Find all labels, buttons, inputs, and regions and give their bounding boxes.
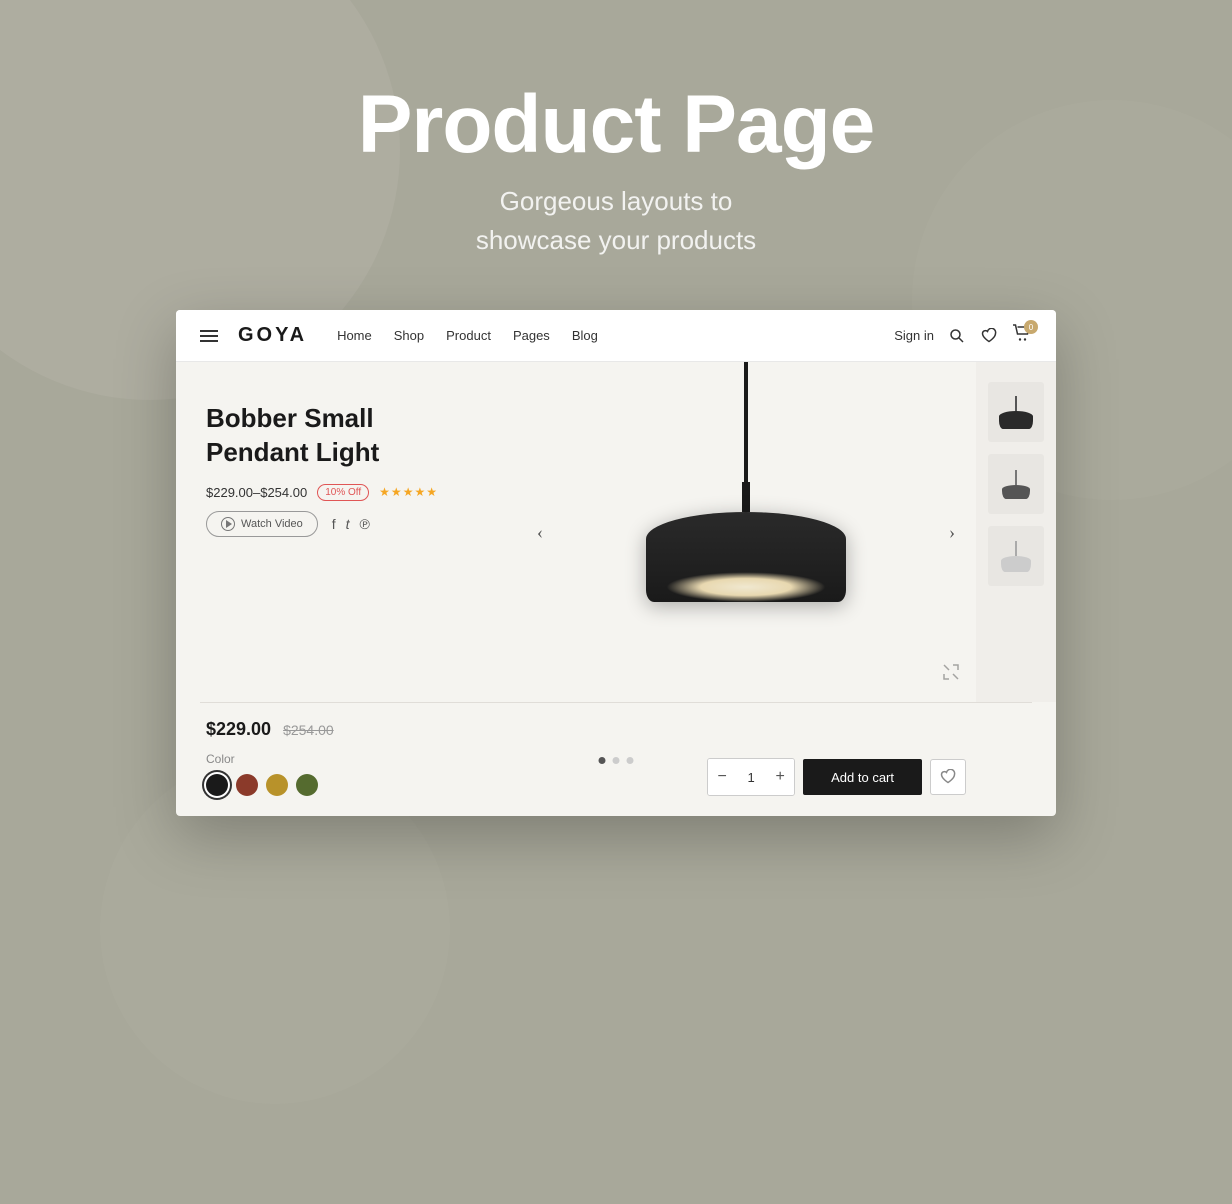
nav-pages[interactable]: Pages	[513, 328, 550, 343]
twitter-icon[interactable]: t	[346, 516, 350, 532]
thumbnails-column	[976, 362, 1056, 702]
thumbnail-3[interactable]	[988, 526, 1044, 586]
thumbnail-2[interactable]	[988, 454, 1044, 514]
add-to-cart-button[interactable]: Add to cart	[803, 759, 922, 795]
play-icon	[221, 517, 235, 531]
price-bottom: $229.00 $254.00	[206, 719, 334, 740]
facebook-icon[interactable]: f	[332, 516, 336, 532]
hero-title: Product Page	[358, 80, 875, 170]
carousel-left-arrow[interactable]: ‹	[526, 518, 554, 546]
color-swatch-black[interactable]	[206, 774, 228, 796]
watch-video-row: Watch Video f t ℗	[206, 511, 486, 537]
star-rating: ★★★★★	[379, 485, 438, 500]
lamp-shade	[646, 512, 846, 602]
cart-icon-wrap[interactable]: 0	[1012, 324, 1032, 347]
pricing-row: $229.00–$254.00 10% Off ★★★★★	[206, 484, 486, 501]
dot-1[interactable]	[599, 757, 606, 764]
product-image	[616, 362, 876, 702]
color-label: Color	[206, 752, 334, 766]
nav-links: Home Shop Product Pages Blog	[337, 328, 874, 343]
color-swatch-olive[interactable]	[296, 774, 318, 796]
social-icons: f t ℗	[332, 516, 370, 532]
current-price: $229.00	[206, 719, 271, 740]
cart-badge: 0	[1024, 320, 1038, 334]
navbar: GOYA Home Shop Product Pages Blog Sign i…	[176, 310, 1056, 362]
color-swatches	[206, 774, 334, 796]
logo: GOYA	[238, 324, 307, 347]
product-title: Bobber Small Pendant Light	[206, 402, 486, 470]
signin-link[interactable]: Sign in	[894, 328, 934, 343]
color-swatch-gold[interactable]	[266, 774, 288, 796]
carousel-dots-area	[599, 751, 634, 780]
discount-badge: 10% Off	[317, 484, 369, 501]
nav-actions: Sign in 0	[894, 324, 1032, 347]
nav-product[interactable]: Product	[446, 328, 491, 343]
thumbnail-1[interactable]	[988, 382, 1044, 442]
lamp-stem	[742, 482, 750, 512]
nav-blog[interactable]: Blog	[572, 328, 598, 343]
price-range: $229.00–$254.00	[206, 485, 307, 500]
product-info: Bobber Small Pendant Light $229.00–$254.…	[176, 362, 516, 702]
wishlist-icon[interactable]	[980, 327, 998, 345]
product-content: Bobber Small Pendant Light $229.00–$254.…	[176, 362, 1056, 702]
quantity-control: − 1 +	[707, 758, 795, 796]
dot-3[interactable]	[627, 757, 634, 764]
product-image-area: ‹ ›	[516, 362, 976, 702]
dot-2[interactable]	[613, 757, 620, 764]
nav-shop[interactable]: Shop	[394, 328, 424, 343]
quantity-minus[interactable]: −	[708, 759, 736, 795]
product-bottom: $229.00 $254.00 Color − 1	[176, 703, 1056, 816]
watch-video-button[interactable]: Watch Video	[206, 511, 318, 537]
hamburger-menu[interactable]	[200, 330, 218, 342]
product-page-mockup: GOYA Home Shop Product Pages Blog Sign i…	[176, 310, 1056, 816]
original-price: $254.00	[283, 722, 334, 738]
pinterest-icon[interactable]: ℗	[360, 516, 370, 532]
quantity-value: 1	[736, 759, 766, 795]
play-triangle	[226, 520, 232, 528]
expand-icon[interactable]	[942, 663, 960, 686]
carousel-right-arrow[interactable]: ›	[938, 518, 966, 546]
lamp-cord	[744, 362, 748, 482]
carousel-dots	[599, 757, 634, 764]
search-icon[interactable]	[948, 327, 966, 345]
hero-section: Product Page Gorgeous layouts to showcas…	[358, 0, 875, 310]
color-swatch-redbrown[interactable]	[236, 774, 258, 796]
quantity-plus[interactable]: +	[766, 759, 794, 795]
hero-subtitle: Gorgeous layouts to showcase your produc…	[358, 182, 875, 260]
cart-controls: − 1 + Add to cart	[707, 758, 966, 796]
nav-home[interactable]: Home	[337, 328, 372, 343]
wishlist-button[interactable]	[930, 759, 966, 795]
